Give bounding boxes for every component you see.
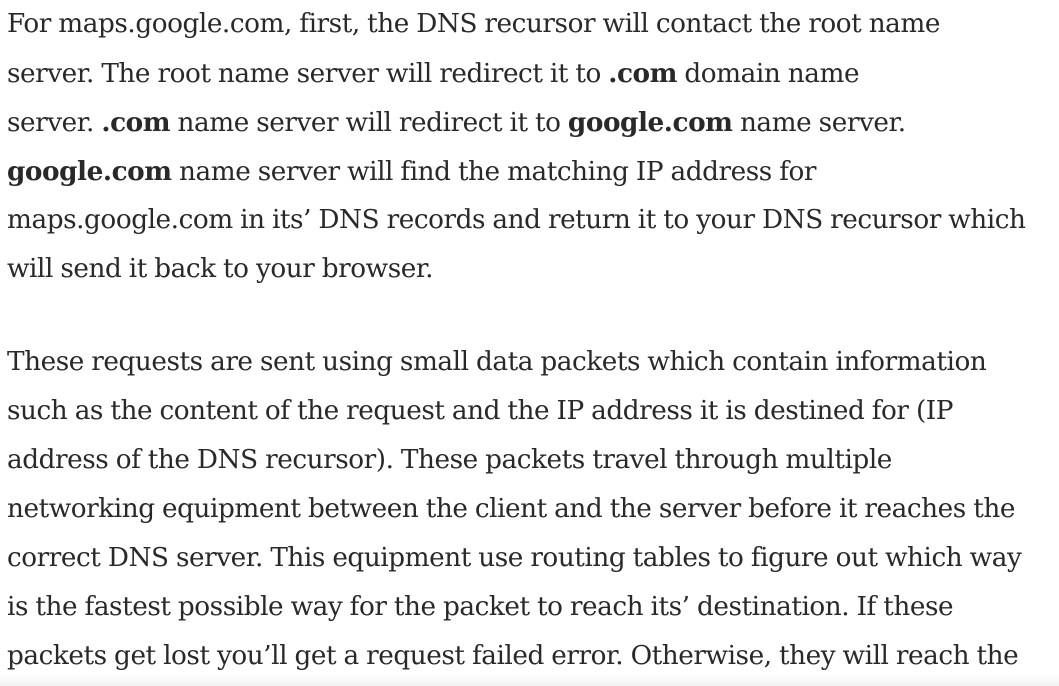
text-line: is the fastest possible way for the pack… bbox=[7, 592, 954, 622]
text-run: server. bbox=[7, 108, 102, 138]
bold-term: .com bbox=[101, 107, 171, 138]
text-run: server. The root name server will redire… bbox=[7, 59, 609, 89]
text-run: name server. bbox=[732, 108, 906, 138]
text-line: correct DNS server. This equipment use r… bbox=[7, 543, 1022, 573]
paragraph-data-packets: These requests are sent using small data… bbox=[0, 338, 1022, 681]
text-line: maps.google.com in its’ DNS records and … bbox=[7, 196, 1026, 245]
text-line: google.com name server will find the mat… bbox=[7, 147, 1026, 196]
bottom-fade-overlay bbox=[0, 674, 1059, 686]
text-line: will send it back to your browser. bbox=[7, 245, 1026, 294]
text-run: domain name bbox=[677, 59, 860, 89]
text-line: address of the DNS recursor). These pack… bbox=[7, 445, 892, 475]
paragraph-dns-resolution: For maps.google.com, first, the DNS recu… bbox=[0, 0, 1026, 294]
bold-term: .com bbox=[608, 58, 677, 89]
text-line: These requests are sent using small data… bbox=[7, 347, 987, 377]
article-body: For maps.google.com, first, the DNS recu… bbox=[0, 0, 1059, 686]
text-line: networking equipment between the client … bbox=[7, 494, 1015, 524]
text-line: For maps.google.com, first, the DNS recu… bbox=[7, 0, 1026, 49]
bold-term: google.com bbox=[567, 107, 733, 138]
text-line: such as the content of the request and t… bbox=[7, 396, 953, 426]
text-run: For maps.google.com, first, the DNS recu… bbox=[7, 9, 941, 39]
bold-term: google.com bbox=[7, 156, 172, 187]
text-line: server. The root name server will redire… bbox=[7, 49, 1026, 98]
text-line: server. .com name server will redirect i… bbox=[7, 98, 1026, 147]
text-run: maps.google.com in its’ DNS records and … bbox=[7, 205, 1026, 235]
text-run: name server will redirect it to bbox=[170, 108, 568, 138]
text-run: name server will find the matching IP ad… bbox=[171, 157, 817, 187]
text-run: will send it back to your browser. bbox=[7, 254, 434, 284]
